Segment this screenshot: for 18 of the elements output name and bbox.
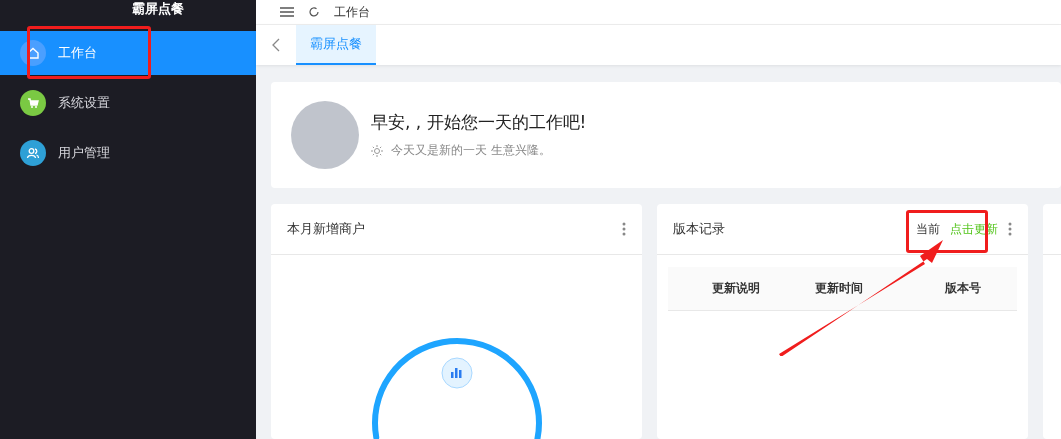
column-header: 版本号 — [945, 280, 982, 297]
card-title: 版本记录 — [673, 220, 726, 238]
current-version-label: 当前 — [916, 220, 940, 238]
card-title: 本月新增商户 — [287, 220, 366, 238]
chart-icon — [441, 357, 472, 389]
sun-icon — [371, 144, 383, 157]
more-icon[interactable] — [622, 222, 626, 236]
app-logo-text: 霸屏点餐 — [132, 2, 184, 16]
refresh-icon[interactable] — [308, 6, 320, 18]
column-header: 更新时间 — [815, 280, 864, 297]
sidebar-item[interactable]: 系统设置 — [0, 81, 256, 125]
menu-icon[interactable] — [280, 7, 294, 17]
column-header: 更新说明 — [711, 280, 761, 297]
more-icon[interactable] — [1008, 222, 1012, 236]
greeting: 早安, , 开始您一天的工作吧! — [371, 111, 587, 134]
subtitle: 今天又是新的一天 生意兴隆。 — [391, 142, 551, 159]
breadcrumb[interactable]: 工作台 — [334, 3, 370, 21]
sidebar-item[interactable]: 用户管理 — [0, 131, 256, 175]
